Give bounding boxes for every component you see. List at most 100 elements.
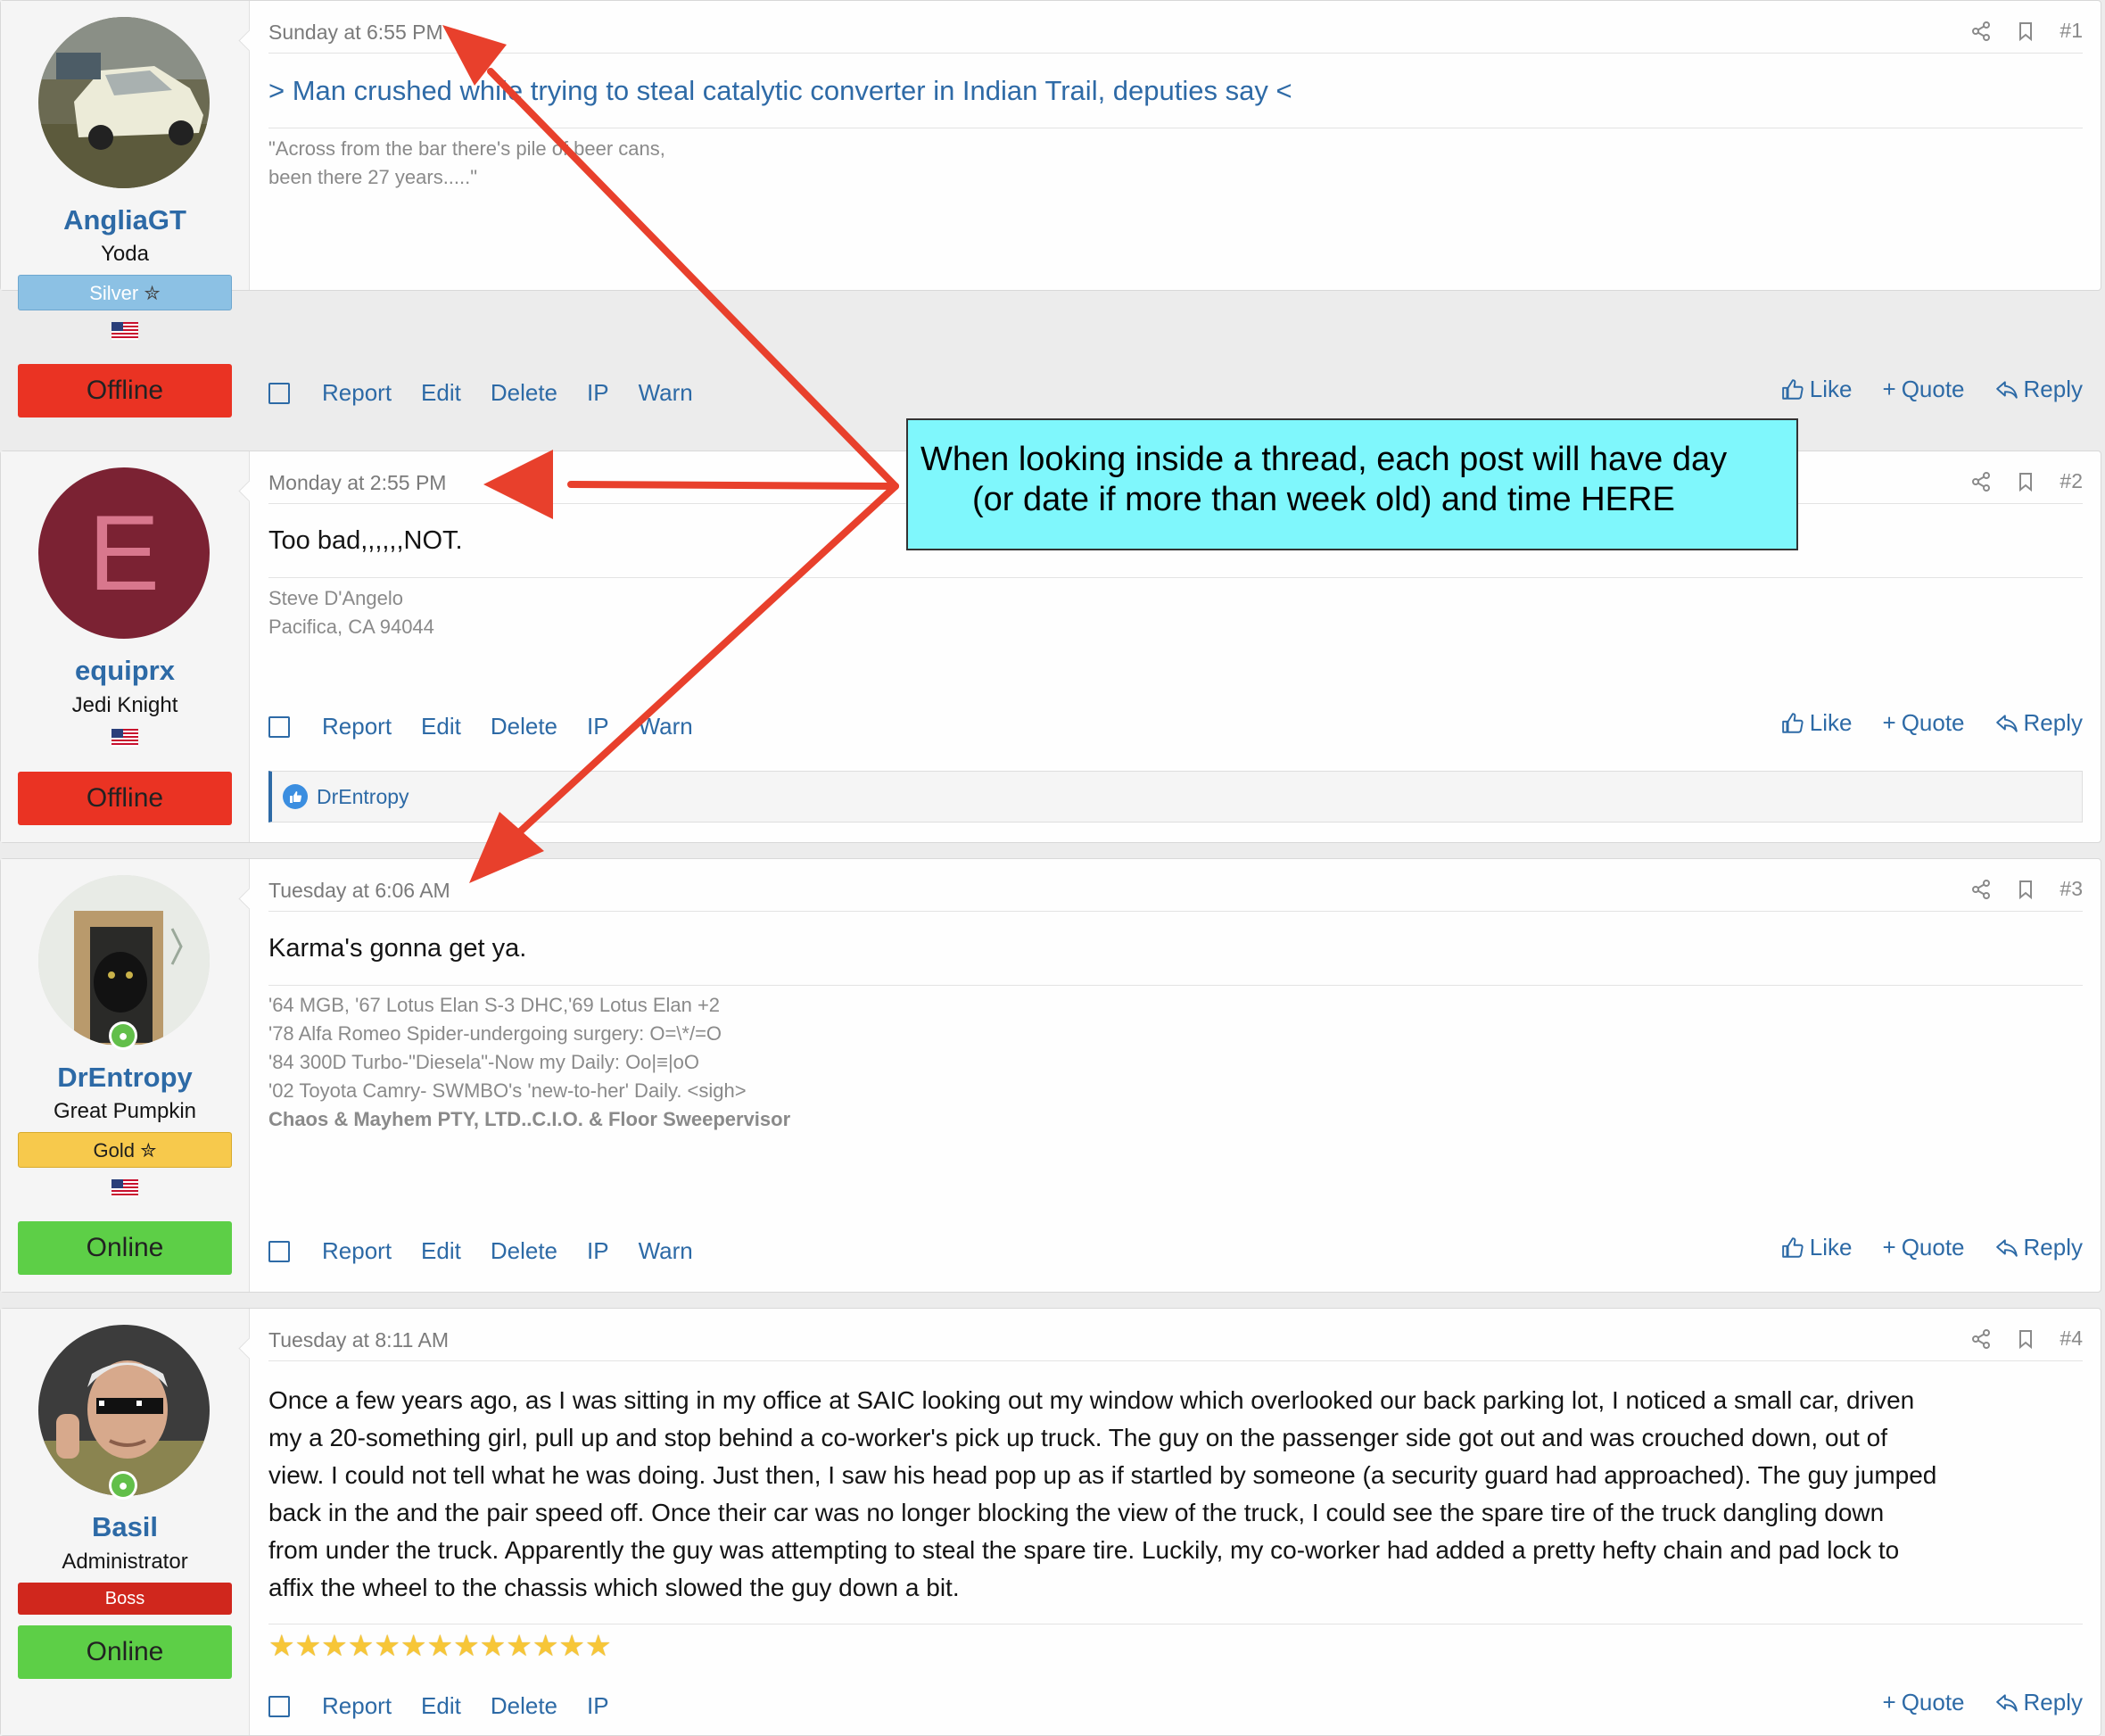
callout-line-1: When looking inside a thread, each post …	[920, 441, 1728, 478]
post-actions: Report Edit Delete IP Warn	[268, 379, 722, 407]
delete-link[interactable]: Delete	[491, 713, 557, 740]
divider	[268, 985, 2083, 986]
us-flag-icon	[111, 729, 138, 747]
us-flag-icon	[111, 322, 138, 340]
delete-link[interactable]: Delete	[491, 1237, 557, 1265]
quote-button[interactable]: + Quote	[1883, 1234, 1965, 1261]
body-line: affix the wheel to the chassis which slo…	[268, 1574, 960, 1601]
delete-link[interactable]: Delete	[491, 1692, 557, 1720]
like-button[interactable]: Like	[1781, 1234, 1853, 1261]
report-link[interactable]: Report	[322, 1692, 392, 1720]
bookmark-icon[interactable]	[2015, 21, 2036, 42]
reply-button[interactable]: Reply	[1995, 1234, 2083, 1261]
like-button[interactable]: Like	[1781, 709, 1853, 737]
ip-link[interactable]: IP	[587, 379, 609, 407]
quote-label: Quote	[1901, 709, 1965, 736]
warn-link[interactable]: Warn	[639, 713, 693, 740]
sig-line: Chaos & Mayhem PTY, LTD..C.I.O. & Floor …	[268, 1105, 790, 1134]
warn-link[interactable]: Warn	[639, 1237, 693, 1265]
bookmark-icon[interactable]	[2015, 471, 2036, 492]
post-number[interactable]: #4	[2060, 1327, 2083, 1351]
share-icon[interactable]	[1970, 1328, 1992, 1350]
reply-icon	[1995, 712, 2018, 735]
edit-link[interactable]: Edit	[421, 713, 461, 740]
status-indicator: Offline	[18, 364, 232, 417]
reply-button[interactable]: Reply	[1995, 376, 2083, 403]
sig-line: Pacifica, CA 94044	[268, 616, 434, 638]
user-title: Administrator	[62, 1550, 188, 1574]
post-tools: #4	[1970, 1327, 2083, 1351]
bookmark-icon[interactable]	[2015, 1328, 2036, 1350]
quote-button[interactable]: + Quote	[1883, 709, 1965, 737]
user-title: Jedi Knight	[71, 693, 178, 717]
sig-line: '84 300D Turbo-"Diesela"-Now my Daily: O…	[268, 1051, 700, 1073]
post-number[interactable]: #3	[2060, 877, 2083, 901]
plus-icon: +	[1882, 1234, 1896, 1261]
share-icon[interactable]	[1970, 471, 1992, 492]
bookmark-icon[interactable]	[2015, 879, 2036, 900]
edit-link[interactable]: Edit	[421, 379, 461, 407]
thread-link[interactable]: > Man crushed while trying to steal cata…	[268, 75, 1292, 107]
divider	[268, 1360, 2083, 1361]
quote-button[interactable]: + Quote	[1883, 376, 1965, 403]
sig-line: '02 Toyota Camry- SWMBO's 'new-to-her' D…	[268, 1079, 747, 1102]
plus-icon: +	[1882, 709, 1896, 736]
delete-link[interactable]: Delete	[491, 379, 557, 407]
body-line: my a 20-something girl, pull up and stop…	[268, 1424, 1887, 1451]
signature: '64 MGB, '67 Lotus Elan S-3 DHC,'69 Lotu…	[268, 991, 790, 1134]
sig-line: been there 27 years....."	[268, 166, 478, 188]
signature: Steve D'Angelo Pacifica, CA 94044	[268, 584, 434, 641]
warn-link[interactable]: Warn	[639, 379, 693, 407]
sig-bold-line: Chaos & Mayhem PTY, LTD..C.I.O. & Floor …	[268, 1108, 791, 1130]
share-icon[interactable]	[1970, 879, 1992, 900]
report-link[interactable]: Report	[322, 713, 392, 740]
ip-link[interactable]: IP	[587, 1692, 609, 1720]
star-icon: ✮	[144, 282, 161, 304]
liked-by-user[interactable]: DrEntropy	[317, 785, 409, 809]
username[interactable]: Basil	[1, 1511, 249, 1543]
username[interactable]: AngliaGT	[1, 204, 249, 236]
report-link[interactable]: Report	[322, 379, 392, 407]
report-link[interactable]: Report	[322, 1237, 392, 1265]
post-number[interactable]: #1	[2060, 19, 2083, 43]
reply-button[interactable]: Reply	[1995, 709, 2083, 737]
online-indicator-icon: ●	[109, 1021, 137, 1050]
ip-link[interactable]: IP	[587, 713, 609, 740]
avatar[interactable]: E	[38, 467, 210, 639]
user-cell: ● DrEntropy Great Pumpkin Gold ✮ Online	[1, 859, 250, 1292]
post-date[interactable]: Monday at 2:55 PM	[268, 471, 446, 495]
share-icon[interactable]	[1970, 21, 1992, 42]
post-date[interactable]: Sunday at 6:55 PM	[268, 21, 443, 45]
edit-link[interactable]: Edit	[421, 1692, 461, 1720]
select-checkbox[interactable]	[268, 1695, 290, 1717]
star-icon: ✮	[140, 1139, 157, 1161]
like-button[interactable]: Like	[1781, 376, 1853, 403]
select-checkbox[interactable]	[268, 1240, 290, 1262]
edit-link[interactable]: Edit	[421, 1237, 461, 1265]
reaction-actions: + Quote Reply	[1883, 1689, 2084, 1716]
post-date[interactable]: Tuesday at 6:06 AM	[268, 879, 450, 903]
thumbs-up-icon	[1781, 712, 1804, 735]
select-checkbox[interactable]	[268, 382, 290, 404]
quote-button[interactable]: + Quote	[1883, 1689, 1965, 1716]
select-checkbox[interactable]	[268, 715, 290, 738]
avatar-letter: E	[87, 493, 161, 613]
reply-label: Reply	[2023, 376, 2083, 402]
body-line: view. I could not tell what he was doing…	[268, 1461, 1937, 1489]
like-label: Like	[1809, 1234, 1853, 1261]
user-cell: E equiprx Jedi Knight Offline	[1, 451, 250, 842]
reply-button[interactable]: Reply	[1995, 1689, 2083, 1716]
banner-label: Gold	[93, 1139, 135, 1161]
post-actions: Report Edit Delete IP	[268, 1692, 639, 1720]
post-date[interactable]: Tuesday at 8:11 AM	[268, 1328, 449, 1352]
quote-label: Quote	[1901, 376, 1965, 402]
online-indicator-icon: ●	[109, 1471, 137, 1500]
avatar[interactable]	[38, 17, 210, 188]
ip-link[interactable]: IP	[587, 1237, 609, 1265]
username[interactable]: equiprx	[1, 655, 249, 687]
user-banner: Boss	[18, 1583, 232, 1615]
signature: "Across from the bar there's pile of bee…	[268, 135, 665, 192]
post-number[interactable]: #2	[2060, 469, 2083, 493]
username[interactable]: DrEntropy	[1, 1062, 249, 1094]
user-cell: AngliaGT Yoda Silver ✮ Offline	[1, 1, 250, 417]
